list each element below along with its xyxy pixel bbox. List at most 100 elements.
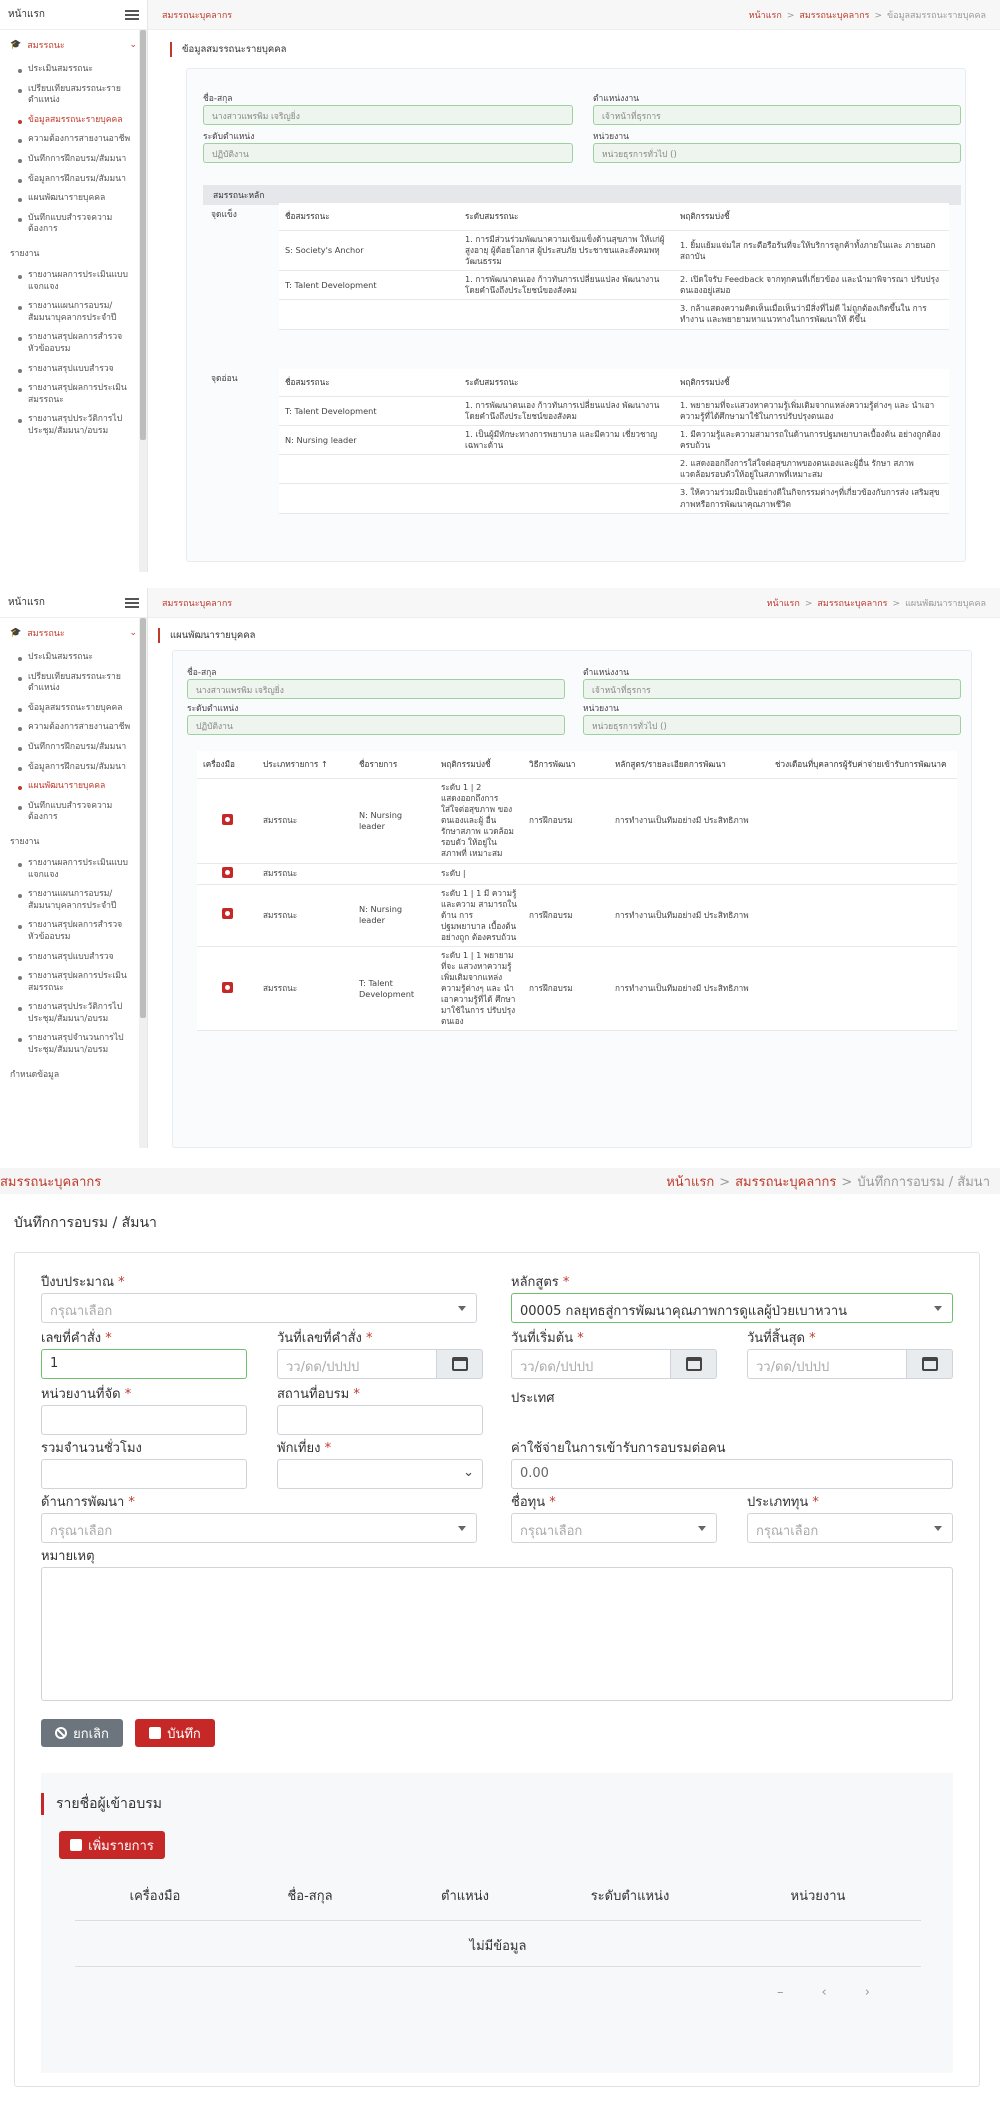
sidebar-report-item[interactable]: รายงานสรุปผลการสำรวจ หัวข้ออบรม [0, 916, 147, 947]
table-cell: 1. พยายามที่จะแสวงหาความรู้เพิ่มเติมจากแ… [674, 396, 949, 427]
cancel-button[interactable]: ยกเลิก [41, 1719, 123, 1747]
sidebar-report-item[interactable]: รายงานสรุปจำนวนการไป ประชุม/สัมมนา/อบรม [0, 1029, 147, 1060]
attendees-section: รายชื่อผู้เข้าอบรม เพิ่มรายการ เครื่องมื… [41, 1773, 953, 2073]
sidebar-item-label: รายงานสรุปผลการสำรวจ หัวข้ออบรม [28, 332, 123, 354]
end-date-input[interactable]: วว/ดด/ปปปป [747, 1349, 907, 1379]
next-page-button[interactable]: › [865, 1985, 870, 2000]
sidebar-item[interactable]: ความต้องการสายงานอาชีพ [0, 718, 147, 738]
brand-title: สมรรถนะบุคลากร [0, 1174, 102, 1190]
order-no-input[interactable]: 1 [41, 1349, 247, 1379]
sidebar-report-item[interactable]: รายงานสรุปประวัติการไป ประชุม/สัมมนา/อบร… [0, 998, 147, 1029]
sidebar-item[interactable]: เปรียบเทียบสมรรถนะราย ตำแหน่ง [0, 80, 147, 111]
table-cell [353, 863, 435, 885]
save-button[interactable]: บันทึก [135, 1719, 215, 1747]
start-date-input[interactable]: วว/ดด/ปปปป [511, 1349, 671, 1379]
sidebar-report-item[interactable]: รายงานสรุปประวัติการไป ประชุม/สัมมนา/อบร… [0, 410, 147, 441]
budget-year-select[interactable]: กรุณาเลือก [41, 1293, 477, 1323]
table-cell: S: Society's Anchor [279, 230, 459, 272]
breadcrumb-section[interactable]: สมรรถนะบุคลากร [799, 11, 869, 21]
sidebar-report-item[interactable]: รายงานผลการประเมินแบบ แจกแจง [0, 854, 147, 885]
breadcrumb-home[interactable]: หน้าแรก [666, 1175, 714, 1190]
sidebar-report-item[interactable]: รายงานสรุปแบบสำรวจ [0, 948, 147, 968]
sidebar-item[interactable]: แผนพัฒนารายบุคคล [0, 777, 147, 797]
overnight-select[interactable]: ⌄ [277, 1459, 483, 1489]
profile-card: ชื่อ-สกุล นางสาวแพรพิม เจริญยิ่ง ตำแหน่ง… [186, 68, 966, 562]
sidebar-report-item[interactable]: รายงานสรุปผลการประเมิน สมรรถนะ [0, 379, 147, 410]
hamburger-icon[interactable] [125, 9, 139, 20]
sidebar-item-label: ความต้องการสายงานอาชีพ [28, 722, 131, 733]
home-link[interactable]: หน้าแรก [8, 7, 45, 22]
hamburger-icon[interactable] [125, 597, 139, 608]
sidebar-scrollbar[interactable] [139, 618, 147, 1148]
breadcrumb-home[interactable]: หน้าแรก [767, 599, 800, 609]
delete-icon[interactable] [221, 866, 233, 878]
sidebar-item[interactable]: เปรียบเทียบสมรรถนะราย ตำแหน่ง [0, 668, 147, 699]
calendar-icon[interactable] [671, 1349, 717, 1379]
sidebar-item[interactable]: บันทึกแบบสำรวจความ ต้องการ [0, 797, 147, 828]
fund-name-select[interactable]: กรุณาเลือก [511, 1513, 717, 1543]
sidebar-item[interactable]: ประเมินสมรรถนะ [0, 648, 147, 668]
sort-up-icon[interactable]: ↑ [321, 759, 328, 769]
sidebar-item[interactable]: ความต้องการสายงานอาชีพ [0, 130, 147, 150]
weakness-table: ชื่อสมรรถนะ ระดับสมรรถนะ พฤติกรรมบ่งชี้ T:… [279, 369, 949, 514]
sidebar-item[interactable]: บันทึกการฝึกอบรม/สัมมนา [0, 738, 147, 758]
delete-icon[interactable] [221, 908, 233, 920]
sidebar-item[interactable]: บันทึกการฝึกอบรม/สัมมนา [0, 150, 147, 170]
breadcrumb-home[interactable]: หน้าแรก [749, 11, 782, 21]
dev-area-select[interactable]: กรุณาเลือก [41, 1513, 477, 1543]
bullet-icon [18, 337, 22, 342]
breadcrumb-section[interactable]: สมรรถนะบุคลากร [817, 599, 887, 609]
pagination: – ‹ › [777, 1985, 870, 2000]
venue-input[interactable] [277, 1405, 483, 1435]
sidebar-item[interactable]: ข้อมูลสมรรถนะรายบุคคล [0, 699, 147, 719]
sidebar-report-item[interactable]: รายงานสรุปผลการประเมิน สมรรถนะ [0, 967, 147, 998]
sidebar-item[interactable]: ข้อมูลสมรรถนะรายบุคคล [0, 111, 147, 131]
sidebar-report-item[interactable]: รายงานแผนการอบรม/ สัมมนาบุคลากรประจำปี [0, 297, 147, 328]
floppy-icon [149, 1727, 162, 1739]
table-row: สมรรถนะ N: Nursing leader ระดับ 1 | 2 แสดง… [197, 778, 957, 864]
calendar-icon[interactable] [437, 1349, 483, 1379]
prev-page-button[interactable]: ‹ [822, 1985, 827, 2000]
sidebar-report-item[interactable]: รายงานสรุปผลการสำรวจ หัวข้ออบรม [0, 328, 147, 359]
order-date-input[interactable]: วว/ดด/ปปปป [277, 1349, 437, 1379]
sidebar-item[interactable]: ข้อมูลการฝึกอบรม/สัมมนา [0, 758, 147, 778]
sidebar-report-item[interactable]: รายงานสรุปแบบสำรวจ [0, 360, 147, 380]
country-label: ประเทศ [511, 1391, 555, 1406]
add-attendee-button[interactable]: เพิ่มรายการ [59, 1831, 165, 1859]
organizer-input[interactable] [41, 1405, 247, 1435]
cost-label: ค่าใช้จ่ายในการเข้ารับการอบรมต่อคน [511, 1441, 726, 1456]
home-link[interactable]: หน้าแรก [8, 595, 45, 610]
sidebar-group-competency[interactable]: 🎓 สมรรถนะ ⌄ [0, 30, 147, 60]
sidebar-item[interactable]: ประเมินสมรรถนะ [0, 60, 147, 80]
sidebar-report-item[interactable]: รายงานผลการประเมินแบบ แจกแจง [0, 266, 147, 297]
sidebar-group-competency[interactable]: 🎓 สมรรถนะ ⌄ [0, 618, 147, 648]
bullet-icon [18, 139, 22, 144]
brand-title: สมรรถนะบุคลากร [162, 598, 233, 609]
sidebar-item[interactable]: บันทึกแบบสำรวจความ ต้องการ [0, 209, 147, 240]
sidebar-scrollbar[interactable] [139, 30, 147, 572]
sidebar-item[interactable]: แผนพัฒนารายบุคคล [0, 189, 147, 209]
total-hours-input[interactable] [41, 1459, 247, 1489]
table-cell: สมรรถนะ [257, 778, 353, 864]
level-field: ปฏิบัติงาน [203, 143, 573, 163]
table-cell: ระดับ | [435, 863, 523, 885]
sidebar-item[interactable]: ข้อมูลการฝึกอบรม/สัมมนา [0, 170, 147, 190]
breadcrumb-current: ข้อมูลสมรรถนะรายบุคคล [887, 10, 986, 21]
sidebar-item-label: รายงานสรุปผลการสำรวจ หัวข้ออบรม [28, 920, 123, 942]
delete-icon[interactable] [221, 981, 233, 993]
table-cell [197, 946, 257, 1032]
cost-input[interactable]: 0.00 [511, 1459, 953, 1489]
budget-year-label: ปีงบประมาณ * [41, 1275, 125, 1290]
sidebar-item-label: ความต้องการสายงานอาชีพ [28, 134, 131, 145]
course-select[interactable]: 00005 กลยุทธสู่การพัฒนาคุณภาพการดูแลผู้ป… [511, 1293, 953, 1323]
sidebar-item-label: รายงานผลการประเมินแบบ แจกแจง [28, 269, 128, 292]
breadcrumb-section[interactable]: สมรรถนะบุคลากร [735, 1175, 836, 1190]
remark-textarea[interactable] [41, 1567, 953, 1701]
top-bar: สมรรถนะบุคลากร หน้าแรก > สมรรถนะบุคลากร > ข้… [148, 0, 1000, 30]
sidebar-item-label: บันทึกการฝึกอบรม/สัมมนา [28, 741, 127, 752]
sidebar-report-item[interactable]: รายงานแผนการอบรม/ สัมมนาบุคลากรประจำปี [0, 885, 147, 916]
table-cell [197, 778, 257, 864]
calendar-icon[interactable] [907, 1349, 953, 1379]
delete-icon[interactable] [221, 813, 233, 825]
fund-type-select[interactable]: กรุณาเลือก [747, 1513, 953, 1543]
